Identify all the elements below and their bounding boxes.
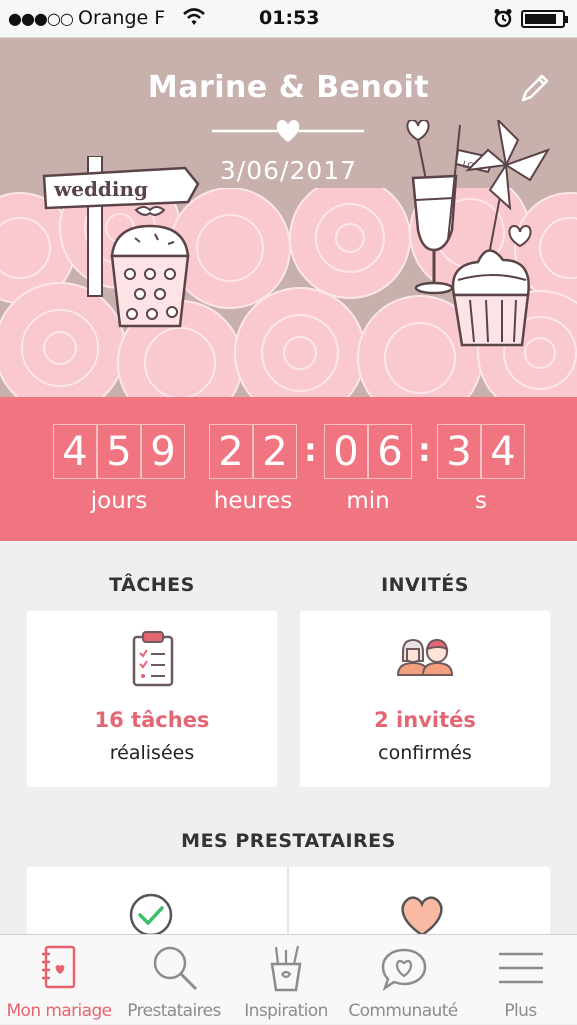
tasks-title: TÂCHES xyxy=(109,574,195,596)
couple-names: Marine & Benoit xyxy=(147,70,430,105)
wedding-header: Marine & Benoit 3/06/2017 wedding LOVE xyxy=(0,38,577,397)
hours-label: heures xyxy=(213,488,293,514)
days-label: jours xyxy=(90,488,148,514)
edit-pencil-icon[interactable] xyxy=(518,71,552,105)
seconds-digit: 4 xyxy=(481,424,525,479)
countdown-timer: 4 5 9 2 2 : 0 6 : 3 4 jours heures min s xyxy=(0,397,577,541)
tasks-count: 16 tâches xyxy=(94,708,210,732)
minutes-digit: 6 xyxy=(368,424,412,479)
vendors-title: MES PRESTATAIRES xyxy=(181,830,396,852)
chat-heart-icon xyxy=(381,948,427,992)
heart-icon xyxy=(401,896,443,937)
tasks-card[interactable]: 16 tâches réalisées xyxy=(27,611,277,787)
guests-status: confirmés xyxy=(378,742,472,764)
guests-card[interactable]: 2 invités confirmés xyxy=(300,611,550,787)
guests-title: INVITÉS xyxy=(381,574,469,596)
minutes-digits: 0 6 xyxy=(324,424,412,479)
tab-prestataires[interactable]: Prestataires xyxy=(118,935,230,1025)
hours-digit: 2 xyxy=(253,424,297,479)
tab-label: Mon mariage xyxy=(6,1001,112,1021)
guests-count: 2 invités xyxy=(374,708,476,732)
battery-icon xyxy=(521,10,568,28)
tab-label: Inspiration xyxy=(244,1001,328,1021)
party-illustration: LOVE xyxy=(406,120,551,347)
tab-inspiration[interactable]: Inspiration xyxy=(230,935,342,1025)
days-digit: 5 xyxy=(97,424,141,479)
wifi-icon xyxy=(183,8,205,25)
hours-digits: 2 2 xyxy=(209,424,297,479)
tab-bar: Mon mariage Prestataires Inspiration Com… xyxy=(0,934,577,1024)
days-digit: 9 xyxy=(141,424,185,479)
tab-mon-mariage[interactable]: Mon mariage xyxy=(0,935,118,1025)
notebook-icon xyxy=(42,945,76,989)
heart-divider xyxy=(212,120,364,142)
alarm-icon xyxy=(494,9,512,28)
tab-label: Prestataires xyxy=(127,1001,221,1021)
minutes-label: min xyxy=(346,488,390,514)
check-circle-icon xyxy=(129,893,173,937)
carrier-name: Orange F xyxy=(78,7,166,29)
signal-strength: ●●●○○ xyxy=(8,9,74,28)
days-digits: 4 5 9 xyxy=(53,424,185,479)
tab-communaute[interactable]: Communauté xyxy=(342,935,464,1025)
menu-icon xyxy=(499,952,543,984)
clock-time: 01:53 xyxy=(259,7,320,29)
tasks-status: réalisées xyxy=(109,742,195,764)
minutes-digit: 0 xyxy=(324,424,368,479)
tab-plus[interactable]: Plus xyxy=(464,935,577,1025)
tab-label: Plus xyxy=(504,1001,537,1021)
sign-text: wedding xyxy=(53,177,148,201)
hours-digit: 2 xyxy=(209,424,253,479)
seconds-label: s xyxy=(475,488,487,514)
couple-icon xyxy=(396,638,454,676)
clipboard-icon xyxy=(132,631,174,687)
status-bar: ●●●○○ Orange F 01:53 xyxy=(0,0,577,38)
seconds-digits: 3 4 xyxy=(437,424,525,479)
time-separator: : xyxy=(304,431,317,469)
time-separator: : xyxy=(418,431,431,469)
days-digit: 4 xyxy=(53,424,97,479)
pencil-cup-icon xyxy=(270,945,302,992)
wedding-sign-illustration: wedding xyxy=(42,156,200,328)
tab-label: Communauté xyxy=(348,1001,458,1021)
search-icon xyxy=(153,946,198,991)
seconds-digit: 3 xyxy=(437,424,481,479)
